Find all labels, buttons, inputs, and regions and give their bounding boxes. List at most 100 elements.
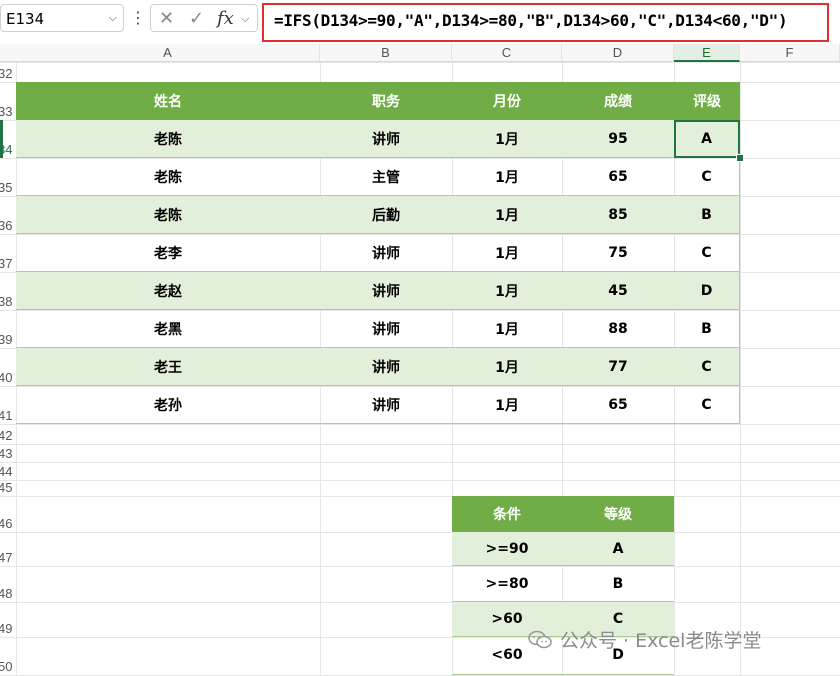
fill-handle[interactable] bbox=[736, 154, 744, 162]
table-cell[interactable]: 老陈 bbox=[16, 196, 320, 234]
table-cell[interactable]: 1月 bbox=[452, 234, 562, 272]
more-options-icon[interactable]: ⋮ bbox=[130, 8, 146, 27]
row-header-36[interactable]: 36 bbox=[0, 218, 16, 234]
name-box[interactable]: E134 ⌵ bbox=[0, 4, 124, 32]
gridline bbox=[0, 424, 840, 425]
row-header-45[interactable]: 45 bbox=[0, 480, 16, 496]
row-header-50[interactable]: 50 bbox=[0, 659, 16, 675]
table-cell[interactable]: 45 bbox=[562, 272, 674, 310]
chevron-down-icon[interactable]: ⌵ bbox=[109, 11, 117, 25]
table-cell[interactable]: 1月 bbox=[452, 196, 562, 234]
gridline bbox=[0, 496, 840, 497]
table-cell[interactable]: 老王 bbox=[16, 348, 320, 386]
table-cell[interactable]: 65 bbox=[562, 386, 674, 424]
table-cell[interactable]: 85 bbox=[562, 196, 674, 234]
table-cell[interactable]: 讲师 bbox=[320, 120, 452, 158]
table-cell[interactable]: 1月 bbox=[452, 120, 562, 158]
table-cell[interactable]: C bbox=[674, 158, 740, 196]
table-header-cell[interactable]: 月份 bbox=[452, 82, 562, 120]
watermark: 公众号 · Excel老陈学堂 bbox=[528, 626, 761, 653]
watermark-text: 公众号 · Excel老陈学堂 bbox=[560, 630, 762, 652]
formula-text: =IFS(D134>=90,"A",D134>=80,"B",D134>60,"… bbox=[274, 11, 788, 30]
table-cell[interactable]: D bbox=[674, 272, 740, 310]
table-cell[interactable]: 65 bbox=[562, 158, 674, 196]
column-header-d[interactable]: D bbox=[562, 44, 674, 62]
table-cell[interactable]: 后勤 bbox=[320, 196, 452, 234]
table-cell[interactable]: C bbox=[674, 234, 740, 272]
gridline bbox=[0, 566, 840, 567]
row-header-47[interactable]: 47 bbox=[0, 550, 16, 566]
table-cell[interactable]: 老赵 bbox=[16, 272, 320, 310]
table-header-cell[interactable]: 姓名 bbox=[16, 82, 320, 120]
gridline bbox=[0, 444, 840, 445]
table-cell[interactable]: 77 bbox=[562, 348, 674, 386]
name-box-value: E134 bbox=[6, 10, 45, 28]
gridline bbox=[0, 602, 840, 603]
column-header-a[interactable]: A bbox=[16, 44, 320, 62]
row-header-40[interactable]: 40 bbox=[0, 370, 16, 386]
gridline bbox=[0, 532, 840, 533]
row-header-35[interactable]: 35 bbox=[0, 180, 16, 196]
check-icon[interactable]: ✓ bbox=[189, 8, 204, 29]
table-cell[interactable]: 讲师 bbox=[320, 386, 452, 424]
active-cell-selection[interactable] bbox=[674, 120, 740, 158]
table-cell[interactable]: 1月 bbox=[452, 310, 562, 348]
table-cell[interactable]: C bbox=[674, 386, 740, 424]
fx-icon[interactable]: fx bbox=[217, 8, 234, 29]
row-header-37[interactable]: 37 bbox=[0, 256, 16, 272]
row-header-32[interactable]: 32 bbox=[0, 66, 16, 82]
column-header-c[interactable]: C bbox=[452, 44, 562, 62]
criteria-cell[interactable]: >=90 bbox=[452, 532, 562, 566]
criteria-header-cell[interactable]: 条件 bbox=[452, 496, 562, 532]
row-header-43[interactable]: 43 bbox=[0, 446, 16, 462]
table-cell[interactable]: B bbox=[674, 310, 740, 348]
table-cell[interactable]: 1月 bbox=[452, 348, 562, 386]
row-header-38[interactable]: 38 bbox=[0, 294, 16, 310]
criteria-cell[interactable]: A bbox=[562, 532, 674, 566]
row-header-42[interactable]: 42 bbox=[0, 428, 16, 444]
chevron-down-icon[interactable]: ⌵ bbox=[241, 12, 249, 26]
table-cell[interactable]: 1月 bbox=[452, 386, 562, 424]
table-cell[interactable]: 老李 bbox=[16, 234, 320, 272]
row-header-44[interactable]: 44 bbox=[0, 464, 16, 480]
selected-row-indicator bbox=[0, 120, 3, 158]
table-cell[interactable]: 88 bbox=[562, 310, 674, 348]
criteria-header-cell[interactable]: 等级 bbox=[562, 496, 674, 532]
criteria-cell[interactable]: >=80 bbox=[452, 566, 562, 602]
wechat-icon bbox=[528, 630, 552, 650]
cancel-icon[interactable]: ✕ bbox=[159, 8, 174, 29]
column-header-f[interactable]: F bbox=[740, 44, 840, 62]
table-cell[interactable]: 老黑 bbox=[16, 310, 320, 348]
criteria-cell[interactable]: B bbox=[562, 566, 674, 602]
table-header-cell[interactable]: 评级 bbox=[674, 82, 740, 120]
row-header-46[interactable]: 46 bbox=[0, 516, 16, 532]
table-cell[interactable]: 讲师 bbox=[320, 234, 452, 272]
gridline bbox=[0, 480, 840, 481]
table-header-cell[interactable]: 职务 bbox=[320, 82, 452, 120]
row-header-48[interactable]: 48 bbox=[0, 586, 16, 602]
row-header-41[interactable]: 41 bbox=[0, 408, 16, 424]
column-header-bar: ABCDEF bbox=[0, 44, 840, 62]
row-header-49[interactable]: 49 bbox=[0, 621, 16, 637]
table-cell[interactable]: 1月 bbox=[452, 272, 562, 310]
table-cell[interactable]: 老陈 bbox=[16, 120, 320, 158]
table-cell[interactable]: 讲师 bbox=[320, 310, 452, 348]
formula-input[interactable]: =IFS(D134>=90,"A",D134>=80,"B",D134>60,"… bbox=[262, 3, 829, 42]
table-cell[interactable]: 95 bbox=[562, 120, 674, 158]
table-cell[interactable]: 75 bbox=[562, 234, 674, 272]
table-cell[interactable]: 1月 bbox=[452, 158, 562, 196]
table-cell[interactable]: 讲师 bbox=[320, 272, 452, 310]
formula-buttons: ✕ ✓ fx ⌵ bbox=[150, 4, 258, 32]
table-cell[interactable]: B bbox=[674, 196, 740, 234]
table-cell[interactable]: 讲师 bbox=[320, 348, 452, 386]
table-cell[interactable]: 老陈 bbox=[16, 158, 320, 196]
column-header-b[interactable]: B bbox=[320, 44, 452, 62]
gridline bbox=[0, 62, 840, 63]
table-header-cell[interactable]: 成绩 bbox=[562, 82, 674, 120]
row-header-33[interactable]: 33 bbox=[0, 104, 16, 120]
table-cell[interactable]: C bbox=[674, 348, 740, 386]
column-header-e[interactable]: E bbox=[674, 44, 740, 62]
row-header-39[interactable]: 39 bbox=[0, 332, 16, 348]
table-cell[interactable]: 老孙 bbox=[16, 386, 320, 424]
table-cell[interactable]: 主管 bbox=[320, 158, 452, 196]
